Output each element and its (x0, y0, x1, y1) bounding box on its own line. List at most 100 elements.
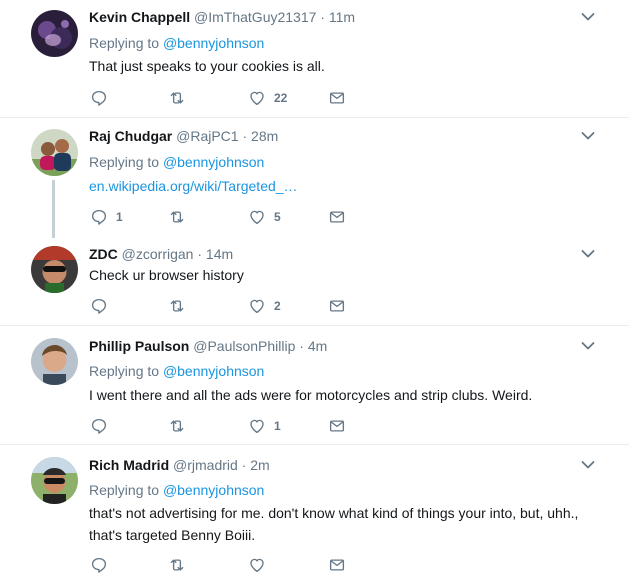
author-handle[interactable]: @PaulsonPhillip (193, 338, 295, 354)
like-icon (248, 297, 266, 315)
like-button[interactable]: 22 (248, 88, 287, 108)
reply-button[interactable] (90, 416, 116, 436)
retweet-icon (168, 417, 186, 435)
separator-dot: · (241, 457, 247, 473)
retweet-icon (168, 556, 186, 574)
reply-icon (90, 297, 108, 315)
tweet[interactable]: Kevin Chappell @ImThatGuy21317 · 11m Rep… (0, 0, 629, 117)
chevron-down-icon[interactable] (581, 341, 595, 351)
direct-message-icon (328, 208, 346, 226)
tweet-actions (90, 555, 390, 575)
tweet[interactable]: Rich Madrid @rjmadrid · 2m Replying to @… (0, 445, 629, 584)
replying-to: Replying to @bennyjohnson (89, 481, 264, 499)
chevron-down-icon[interactable] (581, 460, 595, 470)
separator-dot: · (299, 338, 304, 354)
like-icon (248, 556, 266, 574)
timestamp[interactable]: 14m (206, 246, 233, 262)
like-icon (248, 89, 266, 107)
replying-to: Replying to @bennyjohnson (89, 362, 264, 380)
like-button[interactable]: 1 (248, 416, 281, 436)
author-handle[interactable]: @ImThatGuy21317 (194, 9, 316, 25)
replying-to: Replying to @bennyjohnson (89, 34, 264, 52)
timestamp[interactable]: 28m (251, 128, 278, 144)
reply-button[interactable] (90, 296, 116, 316)
tweet-link[interactable]: en.wikipedia.org/wiki/Targeted_… (89, 175, 604, 197)
retweet-icon (168, 208, 186, 226)
separator-dot: · (320, 9, 325, 25)
direct-message-button[interactable] (328, 555, 346, 575)
tweet-text: that's not advertising for me. don't kno… (89, 505, 579, 543)
direct-message-button[interactable] (328, 296, 346, 316)
like-button[interactable]: 5 (248, 207, 281, 227)
direct-message-button[interactable] (328, 207, 346, 227)
reply-button[interactable] (90, 88, 116, 108)
author-name[interactable]: Kevin Chappell (89, 9, 190, 25)
author-handle[interactable]: @zcorrigan (122, 246, 194, 262)
direct-message-icon (328, 556, 346, 574)
retweet-button[interactable] (168, 207, 194, 227)
like-count: 22 (274, 91, 288, 105)
tweet-header: ZDC @zcorrigan · 14m (89, 245, 233, 263)
like-button[interactable] (248, 555, 274, 575)
tweet-text: That just speaks to your cookies is all. (89, 58, 325, 74)
tweet-header: Phillip Paulson @PaulsonPhillip · 4m (89, 337, 327, 355)
replying-to-label: Replying to (89, 154, 160, 170)
tweet-actions: 2 (90, 296, 390, 316)
author-name[interactable]: ZDC (89, 246, 118, 262)
chevron-down-icon[interactable] (581, 249, 595, 259)
tweet[interactable]: ZDC @zcorrigan · 14m Check ur browser hi… (0, 236, 629, 325)
like-icon (248, 417, 266, 435)
avatar[interactable] (31, 10, 78, 57)
avatar[interactable] (31, 129, 78, 176)
tweet-header: Raj Chudgar @RajPC1 · 28m (89, 127, 278, 145)
like-button[interactable]: 2 (248, 296, 281, 316)
reply-button[interactable] (90, 555, 116, 575)
avatar[interactable] (31, 457, 78, 504)
mention-link[interactable]: @bennyjohnson (163, 35, 264, 51)
retweet-button[interactable] (168, 416, 194, 436)
tweet-actions: 1 (90, 416, 390, 436)
author-name[interactable]: Raj Chudgar (89, 128, 172, 144)
tweet[interactable]: Raj Chudgar @RajPC1 · 28m Replying to @b… (0, 118, 629, 238)
tweet-actions: 22 (90, 88, 390, 108)
mention-link[interactable]: @bennyjohnson (163, 482, 264, 498)
chevron-down-icon[interactable] (581, 131, 595, 141)
tweet[interactable]: Phillip Paulson @PaulsonPhillip · 4m Rep… (0, 326, 629, 444)
author-name[interactable]: Rich Madrid (89, 457, 169, 473)
timestamp[interactable]: 11m (329, 9, 355, 25)
timestamp[interactable]: 4m (308, 338, 327, 354)
timestamp[interactable]: 2m (250, 457, 269, 473)
reply-icon (90, 208, 108, 226)
author-name[interactable]: Phillip Paulson (89, 338, 189, 354)
author-handle[interactable]: @rjmadrid (173, 457, 238, 473)
retweet-icon (168, 297, 186, 315)
like-icon (248, 208, 266, 226)
tweet-header: Rich Madrid @rjmadrid · 2m (89, 456, 270, 474)
author-handle[interactable]: @RajPC1 (176, 128, 238, 144)
replying-to-label: Replying to (89, 482, 160, 498)
retweet-button[interactable] (168, 296, 194, 316)
reply-icon (90, 556, 108, 574)
retweet-button[interactable] (168, 88, 194, 108)
direct-message-button[interactable] (328, 88, 346, 108)
tweet-text: Check ur browser history (89, 267, 244, 283)
direct-message-icon (328, 89, 346, 107)
retweet-icon (168, 89, 186, 107)
reply-button[interactable]: 1 (90, 207, 123, 227)
avatar[interactable] (31, 246, 78, 293)
like-count: 5 (274, 210, 281, 224)
chevron-down-icon[interactable] (581, 12, 595, 22)
replying-to-label: Replying to (89, 35, 160, 51)
retweet-button[interactable] (168, 555, 194, 575)
thread-line (52, 180, 55, 238)
like-count: 2 (274, 299, 281, 313)
tweet-text: I went there and all the ads were for mo… (89, 387, 533, 403)
reply-count: 1 (116, 210, 123, 224)
direct-message-icon (328, 297, 346, 315)
mention-link[interactable]: @bennyjohnson (163, 154, 264, 170)
avatar[interactable] (31, 338, 78, 385)
replying-to: Replying to @bennyjohnson (89, 153, 264, 171)
direct-message-button[interactable] (328, 416, 346, 436)
mention-link[interactable]: @bennyjohnson (163, 363, 264, 379)
replying-to-label: Replying to (89, 363, 160, 379)
